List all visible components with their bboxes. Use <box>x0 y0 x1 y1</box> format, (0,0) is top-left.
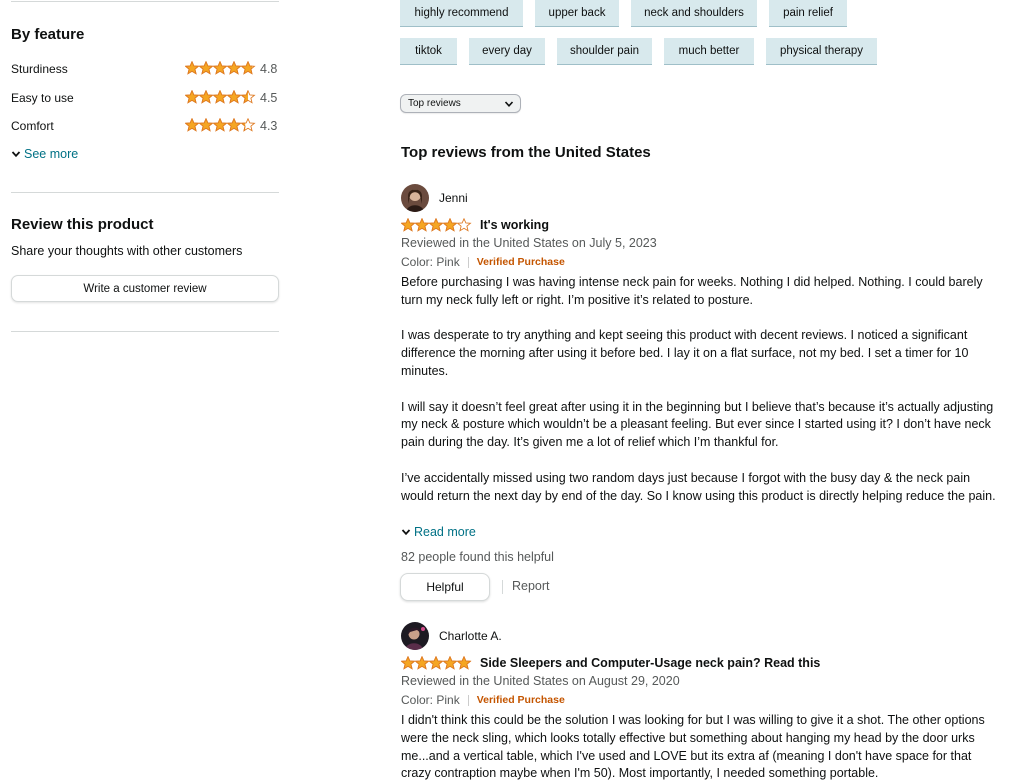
star-icon <box>400 217 416 232</box>
star-icon <box>456 655 472 670</box>
review-date: Reviewed in the United States on August … <box>401 674 680 688</box>
chip-pain-relief[interactable]: pain relief <box>769 0 847 27</box>
star-rating-icon <box>400 655 472 675</box>
chevron-down-icon <box>401 529 411 536</box>
sort-dropdown[interactable]: Top reviews <box>400 94 521 113</box>
star-icon <box>442 217 458 232</box>
avatar <box>401 184 429 212</box>
review-paragraph: I’ve accidentally missed using two rando… <box>401 470 996 503</box>
report-link[interactable]: Report <box>512 579 550 593</box>
star-icon <box>240 117 256 132</box>
review-color: Color: Pink <box>401 255 460 269</box>
star-icon <box>184 117 200 132</box>
star-icon <box>198 60 214 75</box>
review-date: Reviewed in the United States on July 5,… <box>401 236 657 250</box>
stars-svg <box>184 60 256 75</box>
chevron-down-icon <box>11 151 21 158</box>
feature-row-sturdiness: Sturdiness 4.8 <box>11 60 279 79</box>
text-fade <box>401 505 1001 521</box>
feature-row-easy-to-use: Easy to use 4.5 <box>11 89 279 108</box>
star-icon <box>428 217 444 232</box>
read-more-label: Read more <box>414 525 476 539</box>
review-color: Color: Pink <box>401 693 460 707</box>
review-paragraph: Before purchasing I was having intense n… <box>401 275 983 307</box>
star-icon <box>212 60 228 75</box>
star-rating-icon <box>184 89 256 107</box>
chip-tiktok[interactable]: tiktok <box>400 38 457 65</box>
reviewer-name[interactable]: Charlotte A. <box>439 629 502 643</box>
chip-neck-and-shoulders[interactable]: neck and shoulders <box>631 0 757 27</box>
chip-shoulder-pain[interactable]: shoulder pain <box>557 38 652 65</box>
chip-physical-therapy[interactable]: physical therapy <box>766 38 877 65</box>
verified-purchase-badge: Verified Purchase <box>476 694 565 706</box>
avatar <box>401 622 429 650</box>
feature-name: Sturdiness <box>11 62 68 76</box>
review-meta: Color: Pink Verified Purchase <box>401 693 565 707</box>
star-rating-icon <box>400 217 472 237</box>
top-reviews-heading: Top reviews from the United States <box>401 144 651 161</box>
review-title[interactable]: It's working <box>480 218 549 232</box>
star-icon <box>198 117 214 132</box>
star-icon <box>428 655 444 670</box>
helpful-count: 82 people found this helpful <box>401 550 554 564</box>
star-icon <box>240 89 256 104</box>
divider-middle <box>11 192 279 193</box>
by-feature-heading: By feature <box>11 26 85 43</box>
star-icon <box>226 89 242 104</box>
read-more-link[interactable]: Read more <box>401 525 476 539</box>
star-icon <box>184 89 200 104</box>
star-rating-icon <box>184 60 256 78</box>
share-thoughts-text: Share your thoughts with other customers <box>11 244 243 258</box>
helpful-button[interactable]: Helpful <box>400 573 490 601</box>
feature-name: Comfort <box>11 119 54 133</box>
star-icon <box>198 89 214 104</box>
chevron-down-icon <box>504 101 514 107</box>
star-icon <box>456 217 472 232</box>
chip-upper-back[interactable]: upper back <box>535 0 619 27</box>
review-title[interactable]: Side Sleepers and Computer-Usage neck pa… <box>480 656 820 670</box>
verified-purchase-badge: Verified Purchase <box>476 256 565 268</box>
chip-much-better[interactable]: much better <box>664 38 754 65</box>
feature-value: 4.8 <box>260 62 278 76</box>
star-icon <box>414 655 430 670</box>
star-icon <box>400 655 416 670</box>
star-icon <box>226 60 242 75</box>
divider-bottom <box>11 331 279 332</box>
review-product-heading: Review this product <box>11 216 154 233</box>
stars-svg <box>184 117 256 132</box>
stars-svg <box>400 217 472 232</box>
review-paragraph: I was desperate to try anything and kept… <box>401 328 969 378</box>
stars-svg <box>184 89 256 104</box>
star-icon <box>240 60 256 75</box>
review-body: I didn't think this could be the solutio… <box>401 712 1001 781</box>
review-paragraph: I will say it doesn’t feel great after u… <box>401 399 994 450</box>
star-icon <box>184 60 200 75</box>
chip-every-day[interactable]: every day <box>469 38 545 65</box>
star-icon <box>442 655 458 670</box>
star-icon <box>212 117 228 132</box>
divider-top <box>11 1 279 2</box>
divider <box>502 580 503 594</box>
feature-row-comfort: Comfort 4.3 <box>11 117 279 136</box>
star-icon <box>226 117 242 132</box>
sort-selected: Top reviews <box>408 98 461 109</box>
reviewer-name[interactable]: Jenni <box>439 191 468 205</box>
star-icon <box>414 217 430 232</box>
review-body: Before purchasing I was having intense n… <box>401 274 1001 521</box>
review-meta: Color: Pink Verified Purchase <box>401 255 565 269</box>
chip-highly-recommend[interactable]: highly recommend <box>400 0 523 27</box>
feature-value: 4.5 <box>260 91 278 105</box>
stars-svg <box>400 655 472 670</box>
review-paragraph: I didn't think this could be the solutio… <box>401 713 985 781</box>
feature-value: 4.3 <box>260 119 278 133</box>
write-review-button[interactable]: Write a customer review <box>11 275 279 302</box>
star-rating-icon <box>184 117 256 135</box>
feature-name: Easy to use <box>11 91 74 105</box>
see-more-link[interactable]: See more <box>11 147 78 161</box>
star-icon <box>212 89 228 104</box>
see-more-label: See more <box>24 147 79 161</box>
